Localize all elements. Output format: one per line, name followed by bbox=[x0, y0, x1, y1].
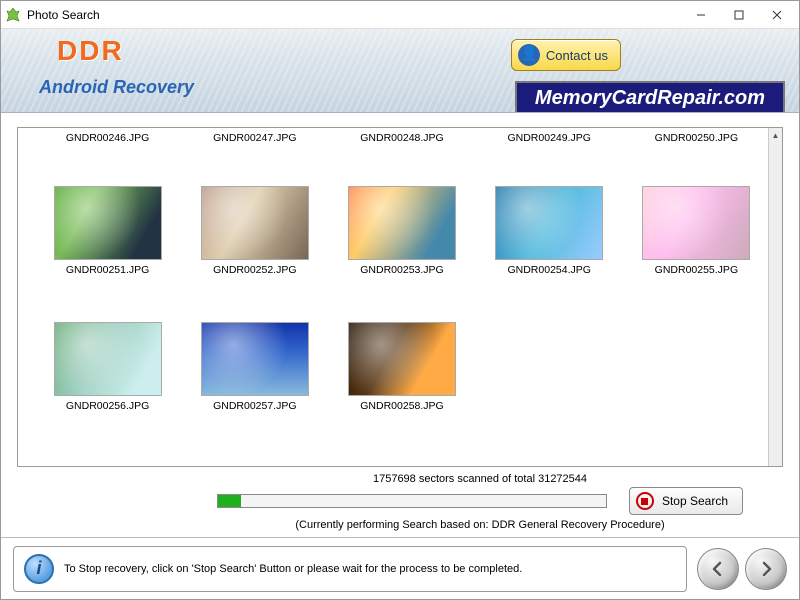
window-controls bbox=[683, 3, 795, 27]
brand-logo: DDR bbox=[57, 35, 124, 67]
list-item[interactable]: GNDR00246.JPG bbox=[38, 132, 177, 150]
file-name: GNDR00248.JPG bbox=[360, 132, 443, 150]
file-name: GNDR00255.JPG bbox=[655, 264, 738, 280]
thumbnail-image bbox=[54, 186, 162, 260]
contact-label: Contact us bbox=[546, 48, 608, 63]
list-item[interactable]: GNDR00248.JPG bbox=[332, 132, 471, 150]
titlebar: Photo Search bbox=[1, 1, 799, 29]
info-icon: i bbox=[24, 554, 54, 584]
header-banner: DDR Android Recovery Contact us MemoryCa… bbox=[1, 29, 799, 113]
app-window: Photo Search DDR Android Recovery Contac… bbox=[0, 0, 800, 600]
scrollbar[interactable]: ▲ bbox=[768, 128, 782, 466]
minimize-button[interactable] bbox=[683, 3, 719, 27]
thumbnail-image bbox=[348, 186, 456, 260]
list-item[interactable]: GNDR00258.JPG bbox=[332, 294, 471, 416]
stop-icon bbox=[636, 492, 654, 510]
file-name: GNDR00246.JPG bbox=[66, 132, 149, 150]
file-name: GNDR00253.JPG bbox=[360, 264, 443, 280]
thumbnail-image bbox=[348, 322, 456, 396]
progress-label: 1757698 sectors scanned of total 3127254… bbox=[217, 473, 743, 485]
thumbnail-image bbox=[642, 186, 750, 260]
progress-area: 1757698 sectors scanned of total 3127254… bbox=[17, 467, 783, 533]
back-button[interactable] bbox=[697, 548, 739, 590]
list-item[interactable]: GNDR00249.JPG bbox=[480, 132, 619, 150]
file-name: GNDR00250.JPG bbox=[655, 132, 738, 150]
progress-fill bbox=[218, 495, 241, 507]
info-text: To Stop recovery, click on 'Stop Search'… bbox=[64, 563, 522, 575]
list-item[interactable]: GNDR00250.JPG bbox=[627, 132, 766, 150]
file-name: GNDR00249.JPG bbox=[507, 132, 590, 150]
file-name: GNDR00251.JPG bbox=[66, 264, 149, 280]
site-badge: MemoryCardRepair.com bbox=[515, 81, 785, 113]
brand-subtitle: Android Recovery bbox=[39, 77, 194, 98]
file-name: GNDR00256.JPG bbox=[66, 400, 149, 416]
list-item[interactable]: GNDR00252.JPG bbox=[185, 158, 324, 280]
contact-us-button[interactable]: Contact us bbox=[511, 39, 621, 71]
file-name: GNDR00252.JPG bbox=[213, 264, 296, 280]
file-name: GNDR00257.JPG bbox=[213, 400, 296, 416]
contact-icon bbox=[518, 44, 540, 66]
thumbnail-image bbox=[54, 322, 162, 396]
stop-search-button[interactable]: Stop Search bbox=[629, 487, 743, 515]
file-name: GNDR00258.JPG bbox=[360, 400, 443, 416]
next-button[interactable] bbox=[745, 548, 787, 590]
close-button[interactable] bbox=[759, 3, 795, 27]
list-item[interactable]: GNDR00256.JPG bbox=[38, 294, 177, 416]
progress-sublabel: (Currently performing Search based on: D… bbox=[217, 519, 743, 531]
nav-buttons bbox=[697, 548, 787, 590]
window-title: Photo Search bbox=[27, 8, 683, 22]
thumbnail-image bbox=[201, 186, 309, 260]
stop-label: Stop Search bbox=[662, 494, 728, 508]
scroll-up-icon[interactable]: ▲ bbox=[769, 128, 782, 142]
list-item[interactable]: GNDR00254.JPG bbox=[480, 158, 619, 280]
thumbnail-row-3: GNDR00256.JPG GNDR00257.JPG GNDR00258.JP… bbox=[18, 284, 782, 420]
list-item[interactable]: GNDR00251.JPG bbox=[38, 158, 177, 280]
thumbnail-image bbox=[495, 186, 603, 260]
file-name: GNDR00254.JPG bbox=[507, 264, 590, 280]
list-item[interactable]: GNDR00255.JPG bbox=[627, 158, 766, 280]
list-item[interactable]: GNDR00257.JPG bbox=[185, 294, 324, 416]
thumbnail-frame: ▲ GNDR00246.JPG GNDR00247.JPG GNDR00248.… bbox=[17, 127, 783, 467]
info-panel: i To Stop recovery, click on 'Stop Searc… bbox=[13, 546, 687, 592]
list-item[interactable]: GNDR00253.JPG bbox=[332, 158, 471, 280]
footer: i To Stop recovery, click on 'Stop Searc… bbox=[1, 537, 799, 599]
maximize-button[interactable] bbox=[721, 3, 757, 27]
app-icon bbox=[5, 7, 21, 23]
progress-bar bbox=[217, 494, 607, 508]
thumbnail-row-1: GNDR00246.JPG GNDR00247.JPG GNDR00248.JP… bbox=[18, 128, 782, 154]
list-item[interactable]: GNDR00247.JPG bbox=[185, 132, 324, 150]
thumbnail-image bbox=[201, 322, 309, 396]
file-name: GNDR00247.JPG bbox=[213, 132, 296, 150]
content-area: ▲ GNDR00246.JPG GNDR00247.JPG GNDR00248.… bbox=[1, 113, 799, 537]
thumbnail-row-2: GNDR00251.JPG GNDR00252.JPG GNDR00253.JP… bbox=[18, 154, 782, 284]
